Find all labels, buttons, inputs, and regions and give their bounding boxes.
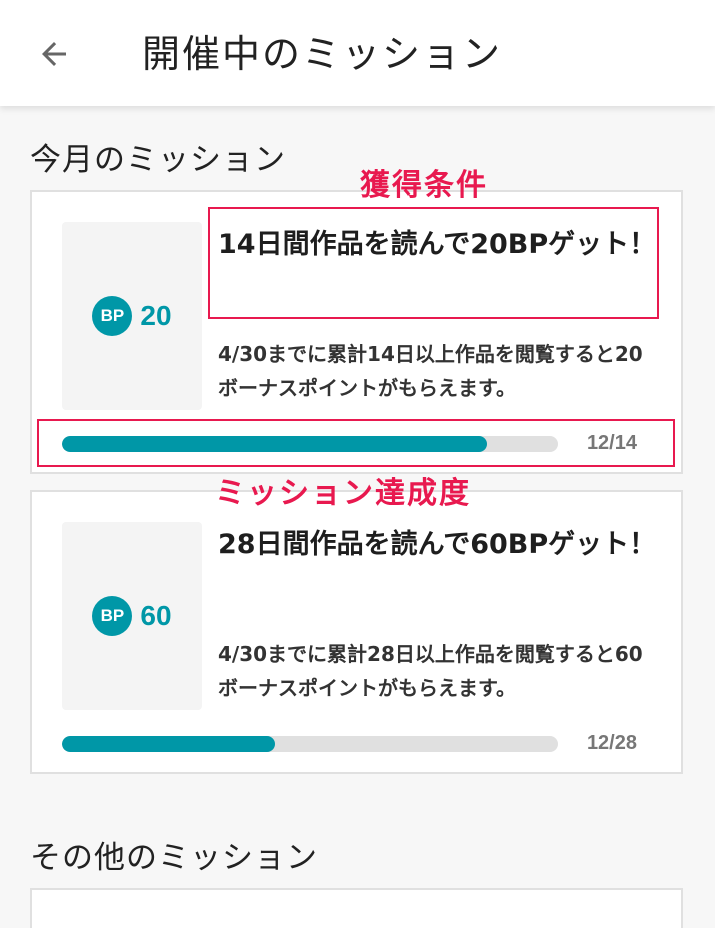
back-button[interactable] (28, 28, 80, 80)
section-title-this-month: 今月のミッション (30, 142, 286, 178)
bp-badge-icon: BP (92, 296, 133, 336)
mission-title: 28日間作品を読んで60BPゲット！ (218, 529, 657, 560)
bp-badge-icon: BP (92, 596, 133, 636)
progress-label: 12/28 (586, 732, 637, 754)
mission-reward-thumb: BP 60 (62, 522, 202, 710)
page-title: 開催中のミッション (142, 32, 503, 76)
reward-points: 60 (140, 600, 172, 631)
annotation-condition-label: 獲得条件 (360, 168, 488, 203)
app-bar: 開催中のミッション (0, 0, 715, 106)
mission-reward-thumb: BP 20 (62, 222, 202, 410)
annotation-progress-box (37, 419, 675, 467)
section-title-other: その他のミッション (30, 840, 318, 876)
reward-points: 20 (140, 300, 172, 331)
annotation-condition-box (208, 207, 659, 319)
annotation-progress-label: ミッション達成度 (215, 476, 471, 511)
mission-card[interactable]: BP 60 28日間作品を読んで60BPゲット！ 4/30までに累計28日以上作… (30, 490, 683, 774)
arrow-back-icon (42, 42, 66, 66)
progress-bar (62, 736, 558, 752)
mission-description: 4/30までに累計14日以上作品を閲覧すると20ボーナスポイントがもらえます。 (218, 342, 643, 400)
mission-card-partial[interactable] (30, 888, 683, 928)
progress-fill (62, 736, 275, 752)
mission-description: 4/30までに累計28日以上作品を閲覧すると60ボーナスポイントがもらえます。 (218, 642, 643, 700)
